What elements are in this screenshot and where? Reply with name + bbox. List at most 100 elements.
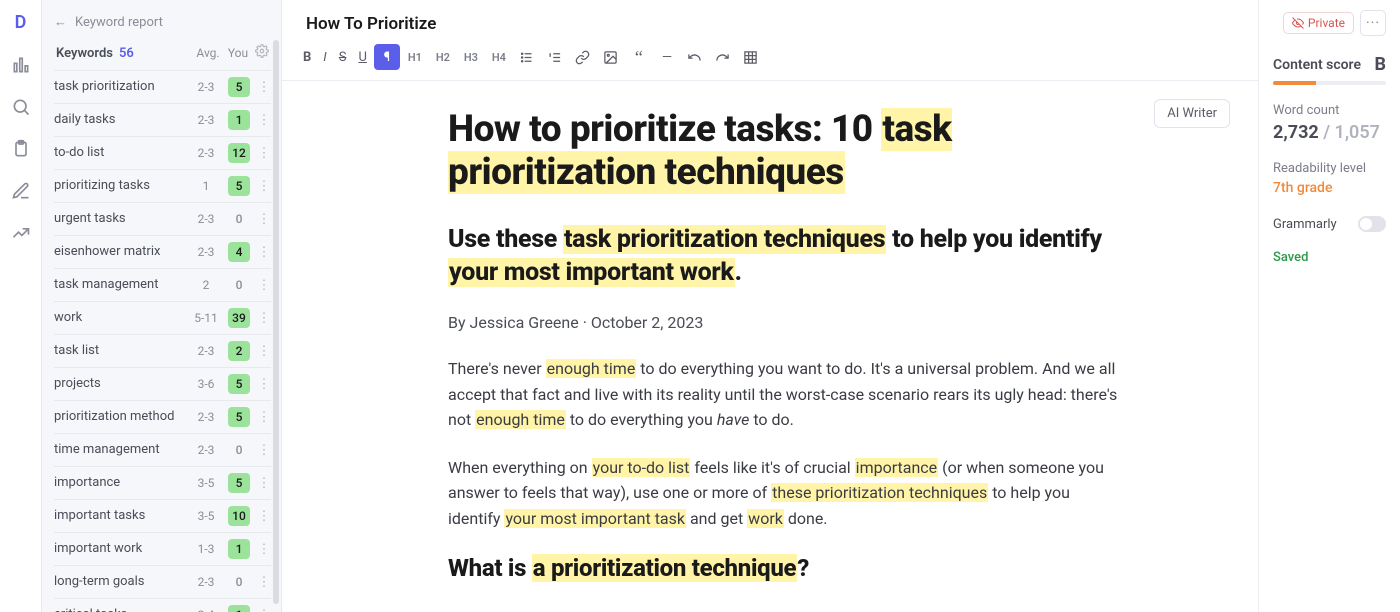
keyword-row-menu-icon[interactable]: ⋮	[257, 80, 271, 95]
divider-button[interactable]: —	[654, 44, 680, 70]
keyword-row-menu-icon[interactable]: ⋮	[257, 146, 271, 161]
word-count-label: Word count	[1273, 103, 1386, 118]
keyword-row-menu-icon[interactable]: ⋮	[257, 542, 271, 557]
keyword-row[interactable]: projects3-65⋮	[54, 368, 271, 401]
content-score-bar	[1273, 81, 1386, 85]
keyword-row-menu-icon[interactable]: ⋮	[257, 278, 271, 293]
keyword-row[interactable]: prioritization method2-35⋮	[54, 401, 271, 434]
paragraph-1[interactable]: There's never enough time to do everythi…	[448, 356, 1118, 433]
keyword-you: 1	[225, 605, 253, 612]
keyword-row-menu-icon[interactable]: ⋮	[257, 113, 271, 128]
p2-hl5: work	[747, 509, 784, 528]
analytics-icon[interactable]	[11, 55, 31, 75]
h1-button[interactable]: H1	[402, 44, 428, 70]
keyword-name: task prioritization	[54, 79, 191, 95]
keyword-row[interactable]: task management20⋮	[54, 269, 271, 302]
keyword-row[interactable]: work5-1139⋮	[54, 302, 271, 335]
keyword-you: 5	[225, 407, 253, 427]
grammarly-toggle[interactable]	[1358, 216, 1386, 232]
keyword-name: critical tasks	[54, 607, 191, 612]
keyword-row-menu-icon[interactable]: ⋮	[257, 443, 271, 458]
keyword-you: 1	[225, 539, 253, 559]
quote-button[interactable]: “	[626, 44, 652, 70]
keyword-row-menu-icon[interactable]: ⋮	[257, 311, 271, 326]
keyword-row-menu-icon[interactable]: ⋮	[257, 575, 271, 590]
keyword-row[interactable]: prioritizing tasks15⋮	[54, 170, 271, 203]
keyword-avg: 2-3	[191, 443, 221, 457]
keyword-you: 0	[225, 209, 253, 229]
section-heading[interactable]: What is a prioritization technique?	[448, 554, 1118, 582]
keyword-row[interactable]: important work1-31⋮	[54, 533, 271, 566]
keyword-row[interactable]: task list2-32⋮	[54, 335, 271, 368]
sub-highlight-1: task prioritization techniques	[563, 225, 886, 254]
keyword-avg: 2-3	[191, 80, 221, 94]
link-button[interactable]	[570, 44, 596, 70]
h2-button[interactable]: H2	[430, 44, 456, 70]
keyword-row[interactable]: time management2-30⋮	[54, 434, 271, 467]
redo-button[interactable]	[710, 44, 736, 70]
keyword-name: prioritizing tasks	[54, 178, 191, 194]
keyword-row[interactable]: task prioritization2-3 5 ⋮	[54, 70, 271, 104]
keyword-avg: 2-3	[191, 113, 221, 127]
sidebar-scrollbar[interactable]	[273, 40, 279, 604]
keyword-row[interactable]: importance3-55⋮	[54, 467, 271, 500]
document-title-breadcrumb[interactable]: How To Prioritize	[282, 0, 1258, 40]
bullet-list-button[interactable]	[514, 44, 540, 70]
keyword-row[interactable]: daily tasks2-31⋮	[54, 104, 271, 137]
paragraph-button[interactable]: ¶	[374, 44, 400, 70]
numbered-list-button[interactable]	[542, 44, 568, 70]
keyword-name: projects	[54, 376, 191, 392]
keyword-row-menu-icon[interactable]: ⋮	[257, 377, 271, 392]
keyword-row[interactable]: critical tasks2-41⋮	[54, 599, 271, 612]
h4-button[interactable]: H4	[486, 44, 512, 70]
table-button[interactable]	[738, 44, 764, 70]
article-h1[interactable]: How to prioritize tasks: 10 task priorit…	[448, 109, 1118, 194]
p1-em: have	[717, 410, 750, 429]
h3-button[interactable]: H3	[458, 44, 484, 70]
p2-k: done.	[784, 509, 828, 528]
search-icon[interactable]	[11, 97, 31, 117]
keyword-you: 5	[225, 77, 253, 97]
more-actions-button[interactable]: ···	[1360, 10, 1386, 36]
keyword-row-menu-icon[interactable]: ⋮	[257, 608, 271, 612]
ai-writer-button[interactable]: AI Writer	[1154, 99, 1230, 128]
strikethrough-button[interactable]: S	[334, 44, 352, 70]
keyword-row[interactable]: to-do list2-312⋮	[54, 137, 271, 170]
gear-icon[interactable]	[255, 44, 271, 62]
word-count-target: / 1,057	[1319, 122, 1380, 143]
article-subtitle[interactable]: Use these task prioritization techniques…	[448, 224, 1118, 289]
clipboard-icon[interactable]	[11, 139, 31, 159]
keyword-you: 12	[225, 143, 253, 163]
paragraph-2[interactable]: When everything on your to-do list feels…	[448, 455, 1118, 532]
editor-canvas[interactable]: AI Writer How to prioritize tasks: 10 ta…	[282, 81, 1258, 612]
keyword-row[interactable]: important tasks3-510⋮	[54, 500, 271, 533]
private-label: Private	[1308, 16, 1345, 30]
trend-icon[interactable]	[11, 223, 31, 243]
keyword-you: 4	[225, 242, 253, 262]
keyword-row[interactable]: eisenhower matrix2-34⋮	[54, 236, 271, 269]
back-to-keyword-report[interactable]: ← Keyword report	[54, 12, 281, 40]
keyword-row-menu-icon[interactable]: ⋮	[257, 245, 271, 260]
p1-g: to do.	[749, 410, 794, 429]
save-status: Saved	[1273, 250, 1386, 265]
avg-column-header: Avg.	[193, 46, 223, 60]
privacy-button[interactable]: Private	[1283, 12, 1354, 34]
keyword-row-menu-icon[interactable]: ⋮	[257, 410, 271, 425]
bold-button[interactable]: B	[298, 44, 316, 70]
keyword-row-menu-icon[interactable]: ⋮	[257, 344, 271, 359]
keyword-row-menu-icon[interactable]: ⋮	[257, 476, 271, 491]
keyword-you: 5	[225, 473, 253, 493]
keyword-row[interactable]: urgent tasks2-30⋮	[54, 203, 271, 236]
keyword-row-menu-icon[interactable]: ⋮	[257, 179, 271, 194]
keyword-row[interactable]: long-term goals2-30⋮	[54, 566, 271, 599]
italic-button[interactable]: I	[318, 44, 331, 70]
underline-button[interactable]: U	[353, 44, 371, 70]
image-button[interactable]	[598, 44, 624, 70]
article-byline[interactable]: By Jessica Greene · October 2, 2023	[448, 313, 1118, 332]
keyword-row-menu-icon[interactable]: ⋮	[257, 212, 271, 227]
edit-icon[interactable]	[11, 181, 31, 201]
keyword-name: important work	[54, 541, 191, 557]
app-logo[interactable]: D	[15, 12, 27, 33]
keyword-row-menu-icon[interactable]: ⋮	[257, 509, 271, 524]
undo-button[interactable]	[682, 44, 708, 70]
